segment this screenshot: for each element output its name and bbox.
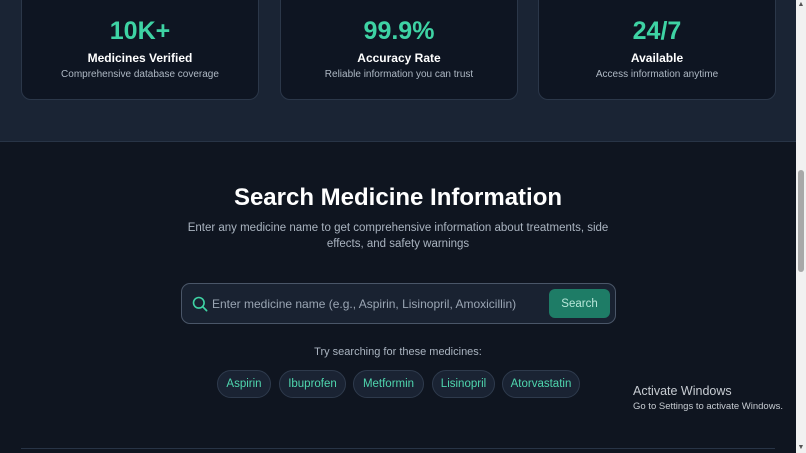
search-button[interactable]: Search bbox=[549, 289, 610, 318]
suggestion-chip-ibuprofen[interactable]: Ibuprofen bbox=[279, 370, 346, 398]
watermark-title: Activate Windows bbox=[633, 384, 732, 398]
search-bar: Search bbox=[181, 283, 616, 324]
suggestion-chip-atorvastatin[interactable]: Atorvastatin bbox=[502, 370, 580, 398]
scroll-up-arrow-icon[interactable]: ▲ bbox=[797, 1, 805, 9]
stat-card-availability: 24/7 Available Access information anytim… bbox=[538, 0, 776, 100]
vertical-scrollbar[interactable]: ▲ ▼ bbox=[796, 0, 806, 453]
page-viewport: 10K+ Medicines Verified Comprehensive da… bbox=[0, 0, 796, 453]
suggestions-label: Try searching for these medicines: bbox=[314, 346, 482, 358]
stat-value: 10K+ bbox=[109, 17, 171, 45]
stat-value: 24/7 bbox=[632, 17, 682, 45]
stat-description: Access information anytime bbox=[595, 69, 719, 80]
suggestion-chip-metformin[interactable]: Metformin bbox=[353, 370, 424, 398]
stat-label: Accuracy Rate bbox=[357, 51, 441, 65]
stat-description: Comprehensive database coverage bbox=[61, 69, 219, 80]
search-input[interactable] bbox=[212, 288, 542, 319]
section-divider bbox=[21, 448, 775, 449]
suggestion-chip-lisinopril[interactable]: Lisinopril bbox=[432, 370, 495, 398]
watermark-subtitle: Go to Settings to activate Windows. bbox=[633, 401, 783, 412]
activate-windows-watermark: Activate Windows Go to Settings to activ… bbox=[633, 384, 783, 413]
suggestion-chip-aspirin[interactable]: Aspirin bbox=[217, 370, 271, 398]
stat-card-accuracy: 99.9% Accuracy Rate Reliable information… bbox=[280, 0, 518, 100]
stat-description: Reliable information you can trust bbox=[324, 69, 474, 80]
stat-card-medicines: 10K+ Medicines Verified Comprehensive da… bbox=[21, 0, 259, 100]
stat-value: 99.9% bbox=[363, 17, 435, 45]
search-icon bbox=[192, 296, 208, 312]
scroll-thumb[interactable] bbox=[798, 170, 804, 272]
stat-label: Medicines Verified bbox=[87, 51, 193, 65]
stat-label: Available bbox=[630, 51, 684, 65]
section-description: Enter any medicine name to get comprehen… bbox=[187, 222, 609, 250]
section-title: Search Medicine Information bbox=[233, 184, 563, 211]
scroll-down-arrow-icon[interactable]: ▼ bbox=[797, 444, 805, 452]
stats-section: 10K+ Medicines Verified Comprehensive da… bbox=[0, 0, 796, 142]
